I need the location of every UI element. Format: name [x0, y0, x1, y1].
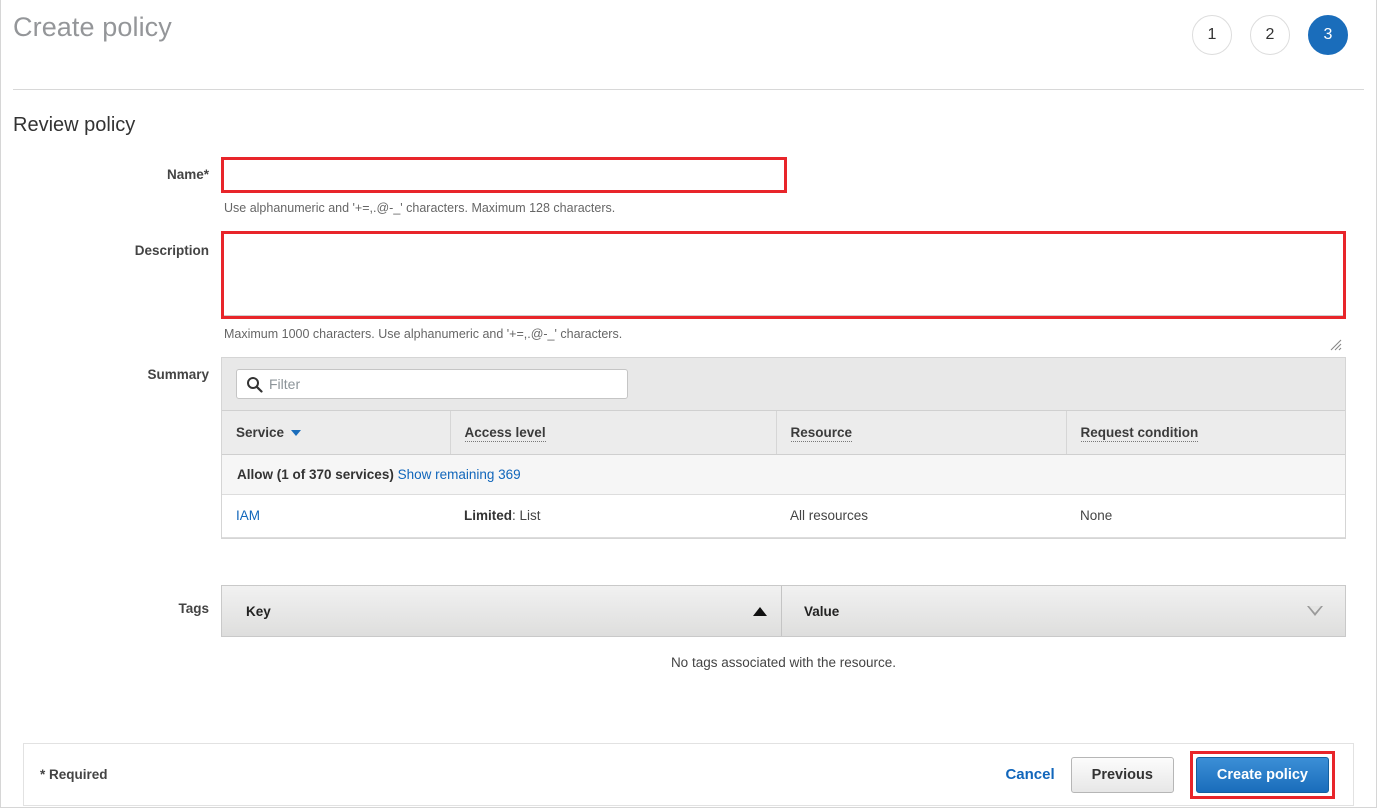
page-body: Review policy Name* Use alphanumeric and…	[1, 90, 1376, 670]
column-header-value[interactable]: Value	[782, 586, 1345, 636]
service-link-iam[interactable]: IAM	[236, 508, 260, 523]
sort-ascending-icon[interactable]	[753, 606, 767, 616]
name-control: Use alphanumeric and '+=,.@-_' character…	[221, 157, 1348, 231]
summary-table: Service Access level Resource Request co…	[222, 411, 1345, 538]
summary-filter-input[interactable]	[267, 370, 627, 398]
access-level-prefix: Limited	[464, 508, 513, 523]
page-footer: * Required Cancel Previous Create policy	[23, 743, 1354, 806]
column-header-resource[interactable]: Resource	[776, 411, 1067, 455]
column-header-resource-label: Resource	[790, 425, 853, 442]
name-field-annotation	[221, 157, 787, 193]
previous-button[interactable]: Previous	[1070, 756, 1174, 793]
show-remaining-link[interactable]: Show remaining 369	[398, 467, 521, 482]
description-label: Description	[134, 243, 209, 258]
name-hint: Use alphanumeric and '+=,.@-_' character…	[224, 201, 616, 215]
tags-panel: Key Value No tags associated with the re…	[221, 585, 1346, 670]
page-header: Create policy 1 2 3	[1, 0, 1376, 90]
column-header-key-label: Key	[246, 603, 271, 619]
summary-filter-bar	[222, 358, 1345, 411]
access-level-value: : List	[512, 508, 541, 523]
summary-group-row: Allow (1 of 370 services) Show remaining…	[222, 454, 1345, 495]
section-title-review-policy: Review policy	[13, 114, 136, 136]
column-header-value-label: Value	[804, 603, 840, 619]
summary-row: Summary Filter Service Access level Reso…	[13, 357, 1348, 539]
summary-control: Service Access level Resource Request co…	[221, 357, 1348, 539]
tags-control: Key Value No tags associated with the re…	[221, 585, 1348, 670]
search-icon	[247, 377, 263, 393]
column-header-request-condition[interactable]: Request condition	[1066, 411, 1345, 455]
column-header-request-condition-label: Request condition	[1080, 425, 1199, 442]
table-row: IAM Limited: List All resources None	[222, 494, 1345, 538]
name-input[interactable]	[224, 160, 784, 190]
create-policy-page: Create policy 1 2 3 Review policy Name* …	[0, 0, 1377, 808]
summary-group-cell: Allow (1 of 370 services) Show remaining…	[222, 454, 1345, 495]
column-header-access-level[interactable]: Access level	[450, 411, 777, 455]
cell-service: IAM	[222, 494, 450, 538]
create-policy-button-annotation: Create policy	[1189, 750, 1335, 799]
step-2[interactable]: 2	[1250, 15, 1290, 55]
summary-label: Summary	[147, 367, 209, 382]
footer-actions: Cancel Previous Create policy	[1005, 750, 1335, 799]
description-control: Maximum 1000 characters. Use alphanumeri…	[221, 231, 1348, 357]
column-header-access-level-label: Access level	[464, 425, 546, 442]
step-3[interactable]: 3	[1308, 15, 1348, 55]
summary-table-header-row: Service Access level Resource Request co…	[222, 411, 1345, 455]
required-note: * Required	[40, 767, 108, 782]
sort-down-outline-icon[interactable]	[1307, 606, 1323, 616]
create-policy-button[interactable]: Create policy	[1195, 756, 1329, 793]
tags-row: Tags Key Value No tags associated with t…	[13, 585, 1348, 670]
description-row: Description Maximum 1000 characters. Use…	[13, 231, 1348, 357]
description-hint: Maximum 1000 characters. Use alphanumeri…	[224, 327, 623, 341]
tags-header-row: Key Value	[221, 585, 1346, 637]
summary-table-panel: Service Access level Resource Request co…	[221, 357, 1346, 539]
name-label: Name*	[166, 167, 209, 182]
description-field-annotation	[221, 231, 1346, 351]
header-divider	[13, 89, 1364, 90]
summary-filter-box[interactable]	[236, 369, 628, 399]
name-row: Name* Use alphanumeric and '+=,.@-_' cha…	[13, 157, 1348, 231]
summary-group-label: Allow (1 of 370 services)	[237, 467, 394, 482]
description-textarea[interactable]	[224, 234, 1343, 316]
cancel-button[interactable]: Cancel	[1005, 766, 1054, 783]
cell-access-level: Limited: List	[450, 494, 776, 538]
step-indicator: 1 2 3	[1192, 15, 1348, 55]
column-header-service[interactable]: Service	[222, 411, 451, 455]
cell-request-condition: None	[1066, 494, 1345, 538]
column-header-key[interactable]: Key	[222, 586, 782, 636]
cell-resource: All resources	[776, 494, 1066, 538]
sort-descending-icon[interactable]	[291, 430, 302, 437]
page-title: Create policy	[13, 12, 172, 42]
column-header-service-label: Service	[236, 425, 285, 440]
tags-label: Tags	[178, 601, 209, 616]
tags-empty-message: No tags associated with the resource.	[670, 655, 897, 670]
step-1[interactable]: 1	[1192, 15, 1232, 55]
